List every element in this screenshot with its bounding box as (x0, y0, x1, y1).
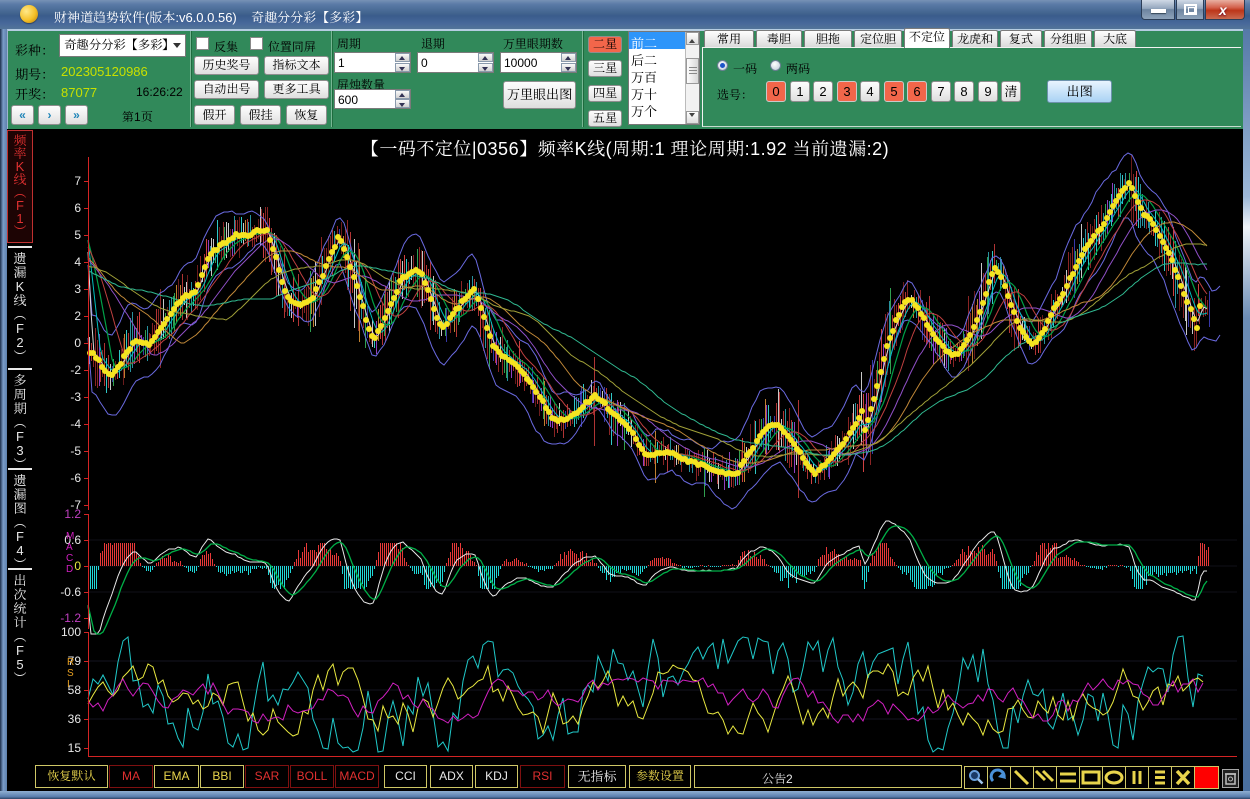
svg-text:4: 4 (74, 255, 81, 269)
svg-text:I: I (67, 679, 70, 690)
svg-text:A: A (66, 542, 73, 553)
svg-text:2: 2 (74, 309, 81, 323)
svg-text:15: 15 (68, 741, 82, 755)
svg-text:0: 0 (74, 336, 81, 350)
svg-text:R: R (67, 657, 74, 668)
svg-text:0: 0 (74, 559, 81, 573)
svg-text:5: 5 (74, 228, 81, 242)
svg-text:1.2: 1.2 (64, 507, 81, 521)
svg-text:-3: -3 (70, 390, 81, 404)
svg-text:36: 36 (68, 712, 82, 726)
svg-text:100: 100 (61, 625, 81, 639)
svg-text:M: M (66, 531, 74, 542)
svg-text:6: 6 (74, 201, 81, 215)
svg-text:3: 3 (74, 282, 81, 296)
svg-text:-0.6: -0.6 (60, 585, 81, 599)
svg-text:S: S (67, 668, 74, 679)
svg-text:-4: -4 (70, 417, 81, 431)
svg-text:-6: -6 (70, 471, 81, 485)
svg-text:7: 7 (74, 174, 81, 188)
svg-text:-1.2: -1.2 (60, 611, 81, 625)
svg-text:-2: -2 (70, 363, 81, 377)
svg-text:-5: -5 (70, 444, 81, 458)
svg-text:C: C (66, 553, 73, 564)
svg-text:D: D (66, 564, 73, 575)
